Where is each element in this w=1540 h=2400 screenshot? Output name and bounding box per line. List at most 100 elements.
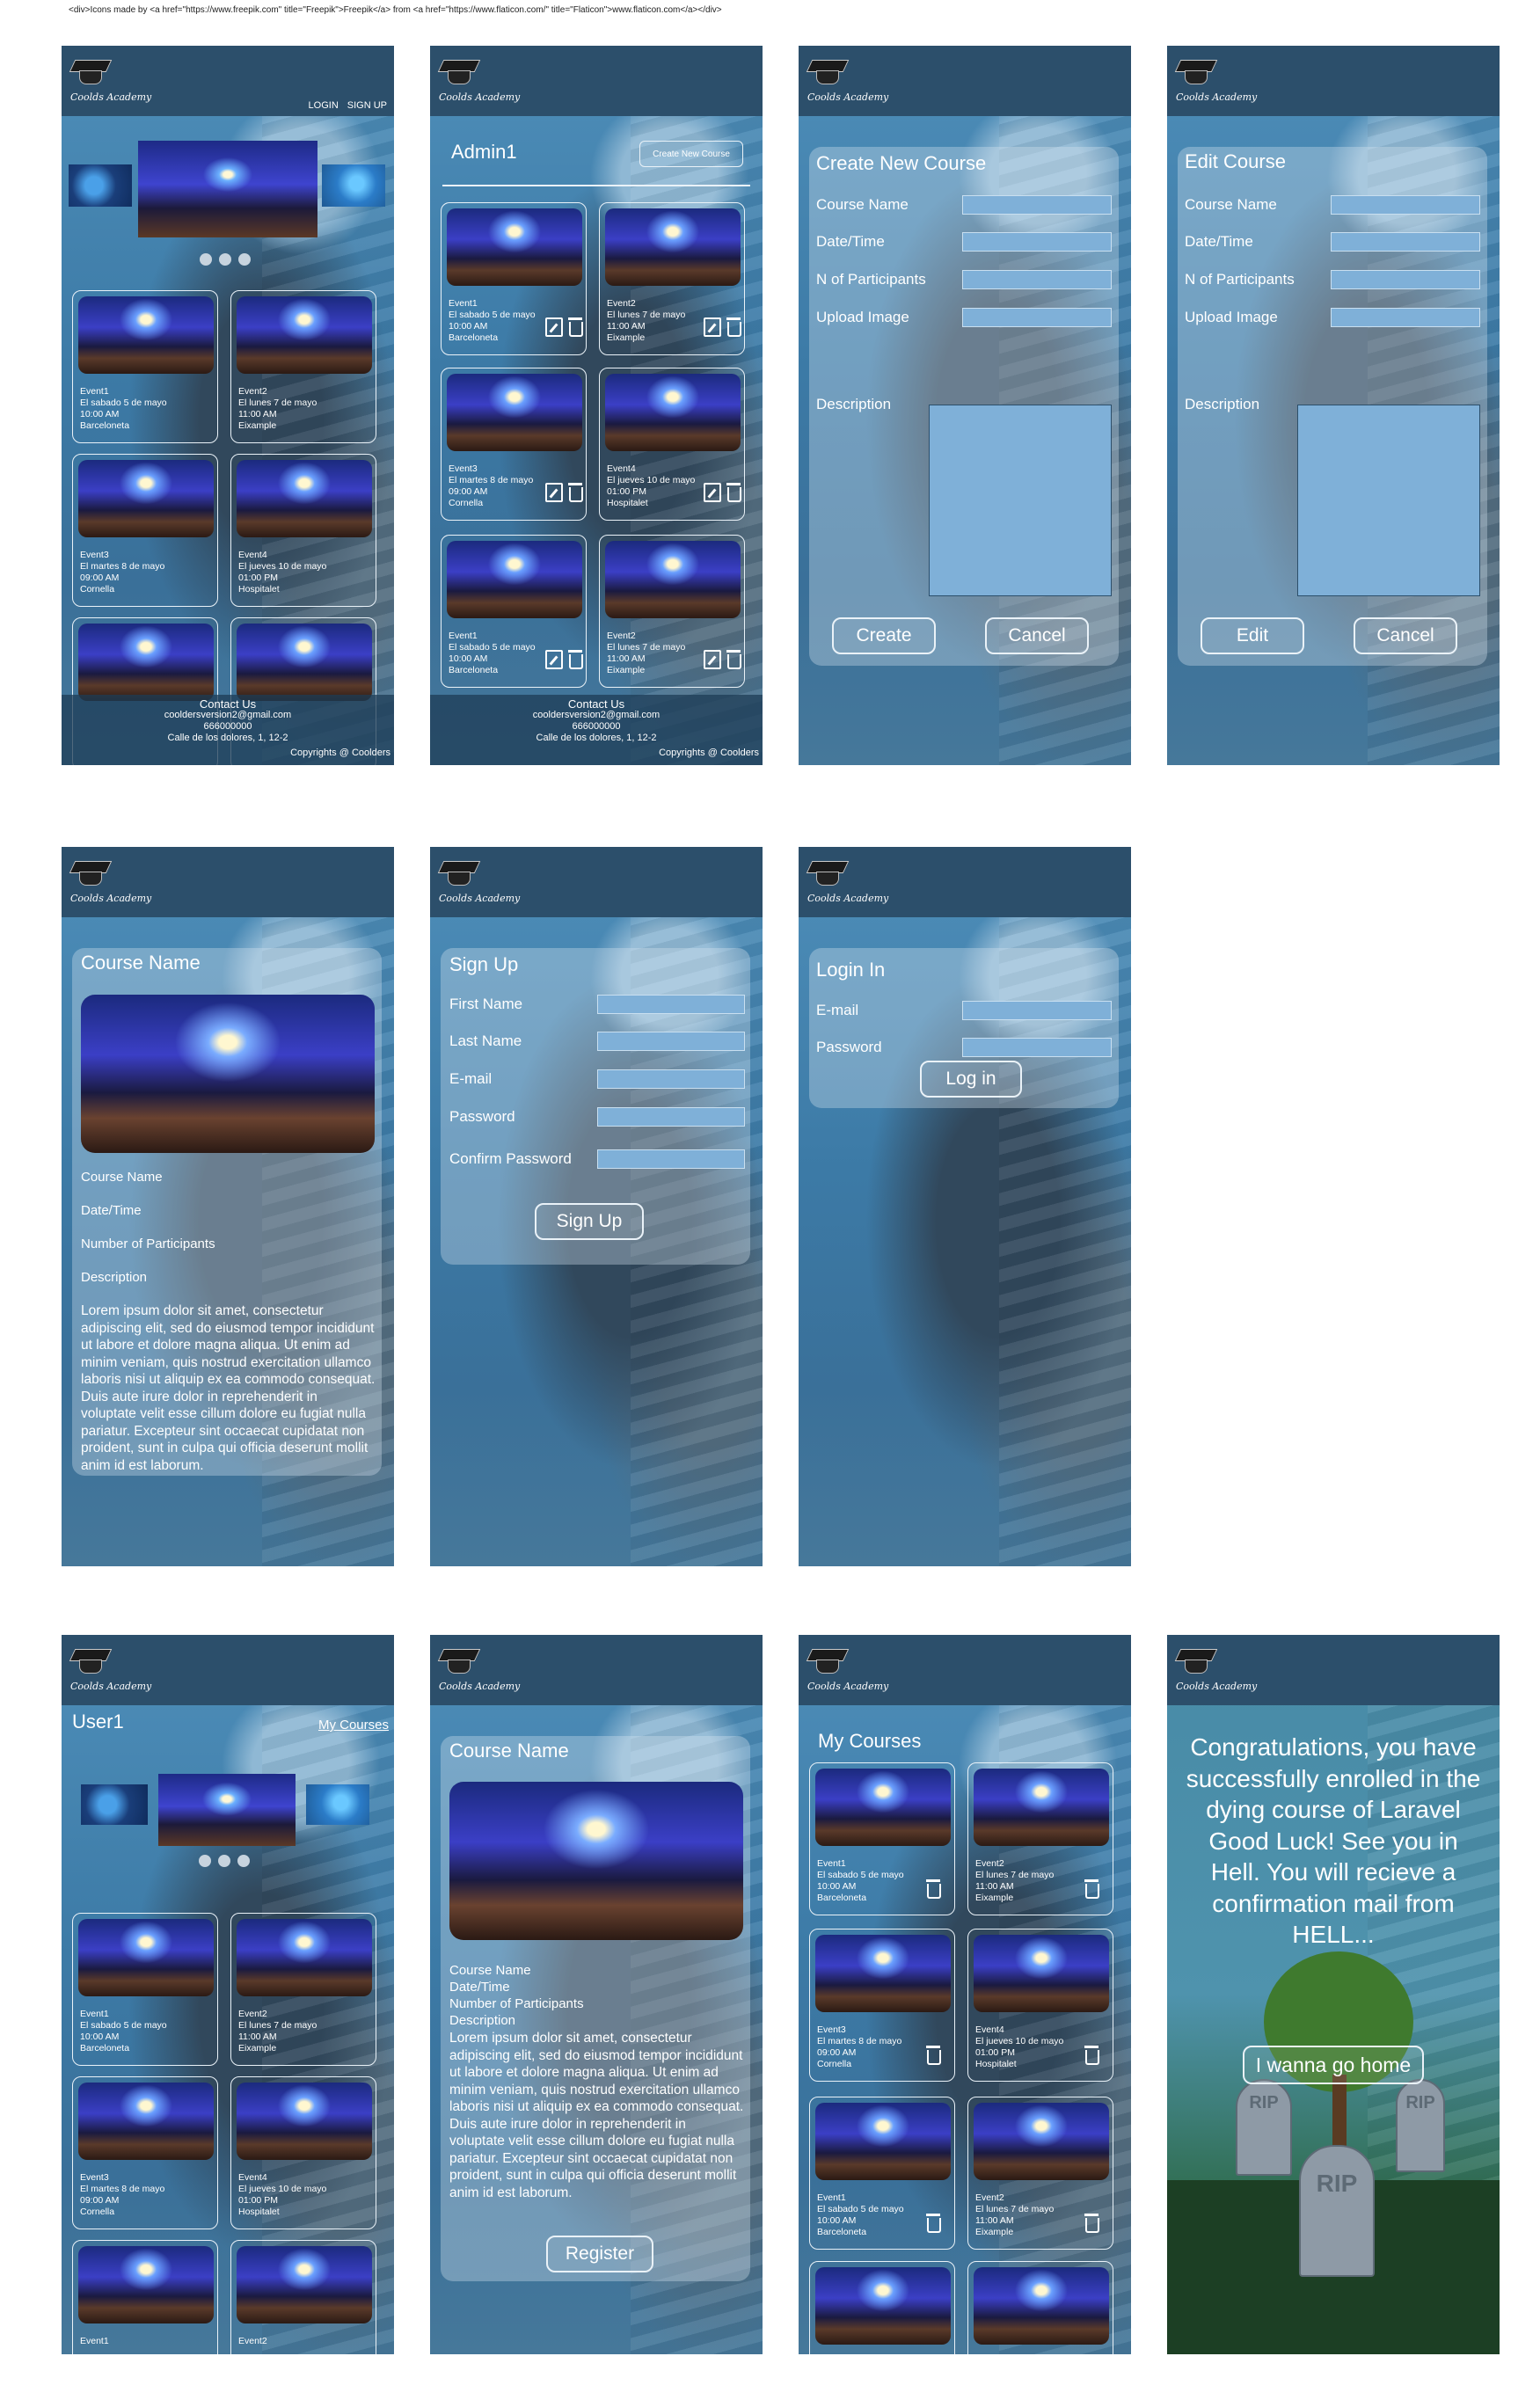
last-name-input[interactable]	[597, 1032, 745, 1051]
logo[interactable]: Coolds Academy	[437, 56, 520, 103]
description-textarea[interactable]	[929, 405, 1112, 596]
course-name-input[interactable]	[1331, 195, 1480, 215]
logo[interactable]: Coolds Academy	[69, 857, 151, 904]
event-card[interactable]: Event1	[72, 2240, 218, 2354]
go-home-button[interactable]: I wanna go home	[1243, 2046, 1424, 2084]
edit-icon[interactable]	[545, 650, 563, 669]
edit-icon[interactable]	[704, 650, 721, 669]
trash-icon[interactable]	[1083, 1879, 1100, 1899]
my-courses-link[interactable]: My Courses	[318, 1718, 389, 1733]
login-link[interactable]: LOGIN	[309, 100, 339, 111]
course-name-input[interactable]	[962, 195, 1112, 215]
logo[interactable]: Coolds Academy	[1174, 56, 1257, 103]
edit-icon[interactable]	[704, 317, 721, 337]
trash-icon[interactable]	[566, 650, 584, 669]
logo[interactable]: Coolds Academy	[69, 56, 151, 103]
confirm-password-input[interactable]	[597, 1149, 745, 1169]
trash-icon[interactable]	[924, 1879, 942, 1899]
trash-icon[interactable]	[1083, 2046, 1100, 2065]
edit-button[interactable]: Edit	[1201, 617, 1304, 654]
carousel-dot[interactable]	[199, 1855, 211, 1867]
event-card[interactable]: Event1 El sabado 5 de mayo 10:00 AM Barcelo…	[441, 202, 587, 355]
trash-icon[interactable]	[1083, 2214, 1100, 2233]
datetime-input[interactable]	[962, 232, 1112, 252]
course-image	[815, 1769, 951, 1846]
event-card[interactable]: Event1 El sabado 5 de mayo 10:00 AM Barcelo…	[441, 535, 587, 688]
footer-email[interactable]: cooldersversion2@gmail.com	[62, 710, 394, 721]
trash-icon[interactable]	[924, 2214, 942, 2233]
signup-button[interactable]: Sign Up	[535, 1203, 644, 1240]
edit-icon[interactable]	[704, 483, 721, 502]
logo[interactable]: Coolds Academy	[806, 857, 888, 904]
logo[interactable]: Coolds Academy	[1174, 1645, 1258, 1692]
upload-image-input[interactable]	[1331, 308, 1480, 327]
event-card[interactable]: Event4 El jueves 10 de mayo 01:00 PM Hospit…	[230, 2076, 376, 2229]
carousel-next-image[interactable]	[306, 1784, 369, 1825]
event-card[interactable]: Event4 El jueves 10 de mayo 01:00 PM Hospit…	[230, 454, 376, 607]
edit-icon[interactable]	[545, 483, 563, 502]
create-button[interactable]: Create	[832, 617, 936, 654]
trash-icon[interactable]	[725, 317, 742, 337]
carousel-prev-image[interactable]	[81, 1784, 148, 1825]
password-input[interactable]	[597, 1107, 745, 1127]
logo[interactable]: Coolds Academy	[69, 1645, 151, 1692]
carousel-dot[interactable]	[200, 253, 212, 266]
trash-icon[interactable]	[566, 483, 584, 502]
carousel-prev-image[interactable]	[69, 164, 132, 207]
course-card[interactable]: Event1 El sabado 5 de mayo 10:00 AM Barcelo…	[809, 2097, 955, 2250]
email-input[interactable]	[597, 1069, 745, 1089]
trash-icon[interactable]	[725, 483, 742, 502]
event-card[interactable]: Event1 El sabado 5 de mayo 10:00 AM Barcelo…	[72, 1913, 218, 2066]
event-place: Eixample	[975, 2227, 1014, 2237]
course-card[interactable]: Event2 El lunes 7 de mayo 11:00 AM Eixample	[967, 2097, 1113, 2250]
trash-icon[interactable]	[725, 650, 742, 669]
footer-email[interactable]: cooldersversion2@gmail.com	[430, 710, 763, 721]
cancel-button[interactable]: Cancel	[985, 617, 1089, 654]
course-card[interactable]: Event3 El martes 8 de mayo 09:00 AM Cornell…	[809, 1929, 955, 2082]
logo[interactable]: Coolds Academy	[806, 56, 888, 103]
event-card[interactable]: Event1 El sabado 5 de mayo 10:00 AM Barcelo…	[72, 290, 218, 443]
carousel-dot[interactable]	[237, 1855, 250, 1867]
datetime-input[interactable]	[1331, 232, 1480, 252]
carousel-next-image[interactable]	[322, 164, 385, 207]
carousel-dot[interactable]	[219, 253, 231, 266]
register-button[interactable]: Register	[546, 2236, 653, 2272]
course-card[interactable]: Event4 El jueves 10 de mayo 01:00 PM Hospit…	[967, 1929, 1113, 2082]
course-card[interactable]: Event1 El sabado 5 de mayo 10:00 AM Barcelo…	[809, 1762, 955, 1915]
carousel-dot[interactable]	[218, 1855, 230, 1867]
course-card[interactable]: Event2 El lunes 7 de mayo 11:00 AM Eixample	[967, 1762, 1113, 1915]
trash-icon[interactable]	[566, 317, 584, 337]
event-card[interactable]: Event2	[230, 2240, 376, 2354]
participants-input[interactable]	[1331, 270, 1480, 289]
login-button[interactable]: Log in	[920, 1061, 1022, 1098]
carousel-dot[interactable]	[238, 253, 251, 266]
password-input[interactable]	[962, 1038, 1112, 1057]
participants-input[interactable]	[962, 270, 1112, 289]
upload-image-input[interactable]	[962, 308, 1112, 327]
event-card[interactable]: Event3 El martes 8 de mayo 09:00 AM Cornell…	[72, 454, 218, 607]
event-card[interactable]: Event4 El jueves 10 de mayo 01:00 PM Hospit…	[599, 368, 745, 521]
event-card[interactable]: Event2 El lunes 7 de mayo 11:00 AM Eixample	[230, 290, 376, 443]
event-card[interactable]: Event3 El martes 8 de mayo 09:00 AM Cornell…	[72, 2076, 218, 2229]
carousel-main-image[interactable]	[138, 141, 317, 237]
carousel-main-image[interactable]	[158, 1774, 296, 1846]
logo[interactable]: Coolds Academy	[806, 1645, 888, 1692]
logo[interactable]: Coolds Academy	[437, 857, 520, 904]
course-card[interactable]	[967, 2261, 1113, 2354]
edit-icon[interactable]	[545, 317, 563, 337]
create-new-course-button[interactable]: Create New Course	[639, 141, 743, 167]
event-card[interactable]: Event2 El lunes 7 de mayo 11:00 AM Eixample	[599, 535, 745, 688]
brand-name: Coolds Academy	[1176, 1681, 1258, 1692]
event-place: Barceloneta	[80, 420, 130, 431]
event-card[interactable]: Event2 El lunes 7 de mayo 11:00 AM Eixample	[599, 202, 745, 355]
logo[interactable]: Coolds Academy	[437, 1645, 520, 1692]
cancel-button[interactable]: Cancel	[1354, 617, 1457, 654]
event-card[interactable]: Event2 El lunes 7 de mayo 11:00 AM Eixample	[230, 1913, 376, 2066]
event-card[interactable]: Event3 El martes 8 de mayo 09:00 AM Cornell…	[441, 368, 587, 521]
first-name-input[interactable]	[597, 995, 745, 1014]
course-card[interactable]	[809, 2261, 955, 2354]
trash-icon[interactable]	[924, 2046, 942, 2065]
email-input[interactable]	[962, 1001, 1112, 1020]
signup-link[interactable]: SIGN UP	[347, 100, 387, 111]
description-textarea[interactable]	[1297, 405, 1480, 596]
